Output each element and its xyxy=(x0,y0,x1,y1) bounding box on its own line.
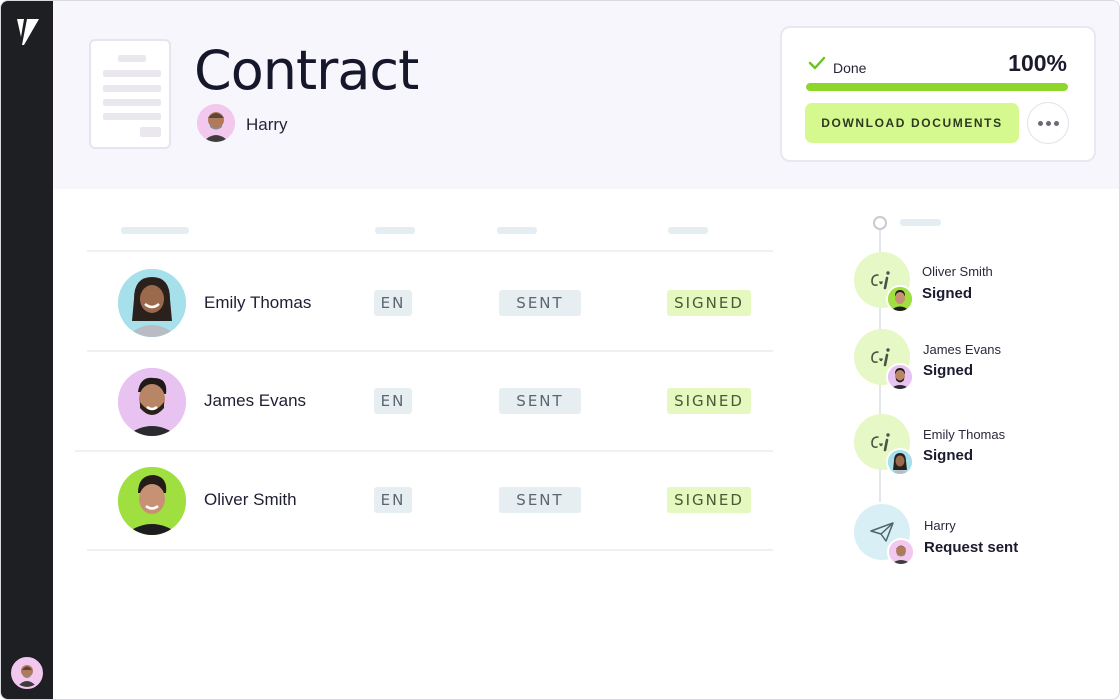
timeline-name: Emily Thomas xyxy=(923,427,1006,442)
owner-name: Harry xyxy=(246,115,288,134)
column-header-placeholder xyxy=(121,227,189,234)
status-label: Done xyxy=(833,60,867,76)
avatar xyxy=(118,467,186,535)
status-card: Done 100% DOWNLOAD DOCUMENTS xyxy=(780,26,1096,162)
timeline-status: Signed xyxy=(923,447,974,464)
status-badge: SIGNED xyxy=(667,388,751,414)
progress-bar xyxy=(806,83,1068,91)
timeline-status: Request sent xyxy=(924,539,1019,556)
sent-badge: SENT xyxy=(499,290,581,316)
sent-badge: SENT xyxy=(499,388,581,414)
status-badge: SIGNED xyxy=(667,290,751,316)
sidebar xyxy=(1,1,53,699)
table-row[interactable]: Oliver Smith EN SENT SIGNED xyxy=(87,452,773,550)
language-badge: EN xyxy=(374,487,412,513)
language-badge: EN xyxy=(374,388,412,414)
page-title: Contract xyxy=(194,39,419,102)
progress-fill xyxy=(806,83,1068,91)
timeline-name: James Evans xyxy=(923,342,1002,357)
more-options-button[interactable] xyxy=(1027,102,1069,144)
signer-name: James Evans xyxy=(204,391,307,410)
divider xyxy=(87,549,773,551)
timeline-status: Signed xyxy=(922,285,973,302)
avatar xyxy=(118,269,186,337)
document-header: Contract Harry Done 100% DOWNLOAD DOCUME… xyxy=(53,1,1119,189)
status-badge: SIGNED xyxy=(667,487,751,513)
table-row[interactable]: James Evans EN SENT SIGNED xyxy=(87,352,773,450)
document-thumbnail-icon xyxy=(89,39,171,149)
download-documents-button[interactable]: DOWNLOAD DOCUMENTS xyxy=(805,103,1019,143)
timeline-header-placeholder xyxy=(900,219,941,226)
logo-icon[interactable] xyxy=(15,15,41,49)
check-icon xyxy=(808,56,826,70)
timeline-name: Oliver Smith xyxy=(922,264,993,279)
avatar xyxy=(887,538,915,566)
signer-name: Oliver Smith xyxy=(204,490,297,509)
column-header-placeholder xyxy=(497,227,537,234)
language-badge: EN xyxy=(374,290,412,316)
column-header-placeholder xyxy=(668,227,708,234)
signer-name: Emily Thomas xyxy=(204,293,312,312)
avatar xyxy=(118,368,186,436)
app-window: Contract Harry Done 100% DOWNLOAD DOCUME… xyxy=(0,0,1120,700)
owner-avatar xyxy=(197,104,235,142)
avatar xyxy=(886,448,914,476)
avatar xyxy=(886,285,914,313)
sent-badge: SENT xyxy=(499,487,581,513)
ellipsis-icon xyxy=(1037,120,1043,126)
table-row[interactable]: Emily Thomas EN SENT SIGNED xyxy=(87,252,773,350)
column-header-placeholder xyxy=(375,227,415,234)
timeline-status: Signed xyxy=(923,362,974,379)
timeline-name: Harry xyxy=(924,518,956,533)
user-avatar[interactable] xyxy=(11,657,43,689)
progress-percent: 100% xyxy=(1008,50,1067,76)
timeline-start-dot xyxy=(873,216,887,230)
avatar xyxy=(886,363,914,391)
